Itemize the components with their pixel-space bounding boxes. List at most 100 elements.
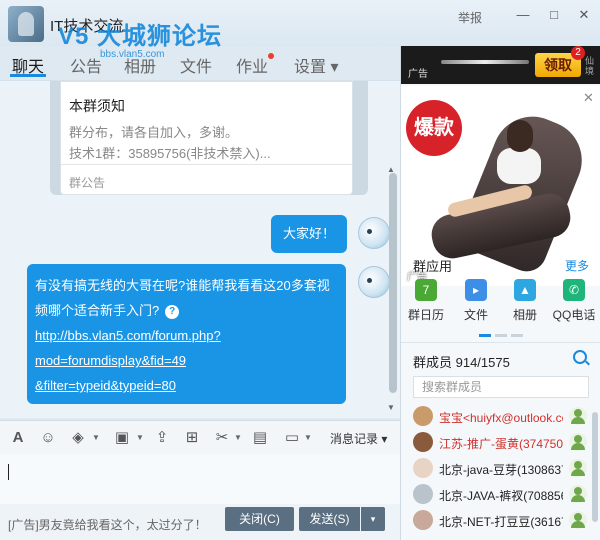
pager-dot[interactable] — [495, 334, 507, 337]
chevron-down-icon[interactable]: ▼ — [304, 433, 312, 442]
avatar — [413, 406, 433, 426]
gif-icon[interactable]: ◈ — [68, 428, 88, 448]
ad-label: 广告 — [408, 69, 428, 80]
avatar — [413, 510, 433, 530]
active-tab-indicator — [10, 74, 46, 77]
message-input[interactable] — [0, 454, 400, 504]
chat-bubble-icon[interactable]: ▭ — [282, 428, 302, 448]
maximize-icon[interactable]: □ — [546, 7, 562, 23]
app-files[interactable]: ▸ 文件 — [453, 279, 499, 323]
member-name: 北京-JAVA-裤衩(7088560 — [439, 489, 563, 503]
member-role-icon — [569, 485, 587, 503]
apps-title: 群应用 — [413, 259, 453, 274]
pager-dot[interactable] — [511, 334, 523, 337]
search-icon[interactable] — [573, 350, 587, 364]
tab-bar: 聊天 公告 相册 文件 作业 设置 ▾ — [0, 50, 400, 78]
member-item[interactable]: 宝宝<huiyfx@outlook.co — [413, 404, 589, 430]
member-item[interactable]: 江苏-推广-蛋黄(3747503 — [413, 430, 589, 456]
sword-graphic — [441, 60, 529, 64]
watermark-logo: V5 大城狮论坛 — [58, 23, 223, 50]
message-history-button[interactable]: 消息记录 ▾ — [330, 430, 387, 447]
notice-title: 本群须知 — [69, 98, 125, 114]
scroll-down-arrow[interactable]: ▼ — [387, 403, 395, 412]
apps-more-link[interactable]: 更多 — [565, 257, 589, 274]
sender-avatar[interactable] — [358, 217, 390, 249]
member-search-input[interactable]: 搜索群成员 — [413, 376, 589, 398]
tab-files[interactable]: 文件 — [180, 53, 212, 77]
tab-album[interactable]: 相册 — [124, 53, 156, 77]
close-icon[interactable]: ✕ — [583, 90, 594, 106]
message-link[interactable]: http://bbs.vlan5.com/forum.php? — [35, 323, 338, 348]
pager-dot[interactable] — [479, 334, 491, 337]
app-label: 相册 — [512, 308, 537, 322]
folder-icon: ▸ — [465, 279, 487, 301]
member-role-icon — [569, 511, 587, 529]
message-text: 有没有搞无线的大哥在呢?谁能帮我看看这20多套视频哪个适合新手入门? — [35, 278, 330, 318]
notice-line: 群分布，请各自加入，多谢。 — [69, 125, 239, 140]
divider — [401, 342, 600, 343]
ad-link[interactable]: [广告]男友竟给我看这个，太过分了！ — [8, 516, 207, 533]
chat-history[interactable]: 本群须知 群分布，请各自加入，多谢。 技术1群：35895756(非技术禁入).… — [0, 80, 400, 418]
photo-icon: ▲ — [514, 279, 536, 301]
message-link[interactable]: &filter=typeid&typeid=80 — [35, 373, 338, 398]
claim-badge: 2 — [571, 46, 585, 60]
bottom-bar: [广告]男友竟给我看这个，太过分了！ 关闭(C) 发送(S) ▾ — [0, 504, 400, 540]
tab-homework[interactable]: 作业 — [236, 53, 268, 77]
phone-icon: ✆ — [563, 279, 585, 301]
message-link[interactable]: mod=forumdisplay&fid=49 — [35, 348, 338, 373]
right-panel: 广告 领取 2 仙境 爆款 ✕ 广告 群应用 更多 7 群日历 ▸ 文件 ▲ 相… — [400, 46, 600, 540]
red-packet-icon[interactable]: ▤ — [250, 428, 270, 448]
avatar — [413, 432, 433, 452]
member-name: 宝宝<huiyfx@outlook.co — [439, 411, 563, 425]
help-icon[interactable]: ? — [165, 304, 180, 319]
group-avatar[interactable] — [8, 6, 44, 42]
member-item[interactable]: 北京-java-豆芽(1308637 — [413, 456, 589, 482]
send-button[interactable]: 发送(S) — [299, 507, 360, 531]
calendar-icon: 7 — [415, 279, 437, 301]
app-album[interactable]: ▲ 相册 — [502, 279, 548, 323]
person-graphic — [497, 148, 541, 184]
message-bubble: 有没有搞无线的大哥在呢?谁能帮我看看这20多套视频哪个适合新手入门?? http… — [27, 264, 346, 404]
title-bar: IT技术交流 V5 大城狮论坛 举报 — □ ✕ — [0, 0, 600, 50]
close-icon[interactable]: ✕ — [576, 7, 592, 23]
avatar — [413, 458, 433, 478]
upload-icon[interactable]: ⇪ — [152, 428, 172, 448]
member-name: 北京-NET-打豆豆(36167 — [439, 515, 563, 529]
member-name: 江苏-推广-蛋黄(3747503 — [439, 437, 563, 451]
app-calendar[interactable]: 7 群日历 — [403, 279, 449, 323]
close-button[interactable]: 关闭(C) — [225, 507, 294, 531]
font-icon[interactable]: A — [8, 428, 28, 448]
chevron-down-icon[interactable]: ▼ — [92, 433, 100, 442]
notice-divider — [61, 164, 352, 165]
member-item[interactable]: 北京-JAVA-裤衩(7088560 — [413, 482, 589, 508]
notice-footer: 群公告 — [69, 176, 106, 190]
gift-icon[interactable]: ⊞ — [182, 428, 202, 448]
group-notice-card[interactable]: 本群须知 群分布，请各自加入，多谢。 技术1群：35895756(非技术禁入).… — [60, 81, 353, 195]
text-cursor — [8, 464, 9, 480]
apps-pager[interactable] — [479, 334, 523, 337]
members-title: 群成员 914/1575 — [413, 355, 510, 370]
report-button[interactable]: 举报 — [458, 9, 482, 26]
chevron-down-icon[interactable]: ▼ — [234, 433, 242, 442]
hot-badge: 爆款 — [406, 100, 462, 156]
app-label: QQ电话 — [552, 308, 596, 322]
emoji-icon[interactable]: ☺ — [38, 428, 58, 448]
image-icon[interactable]: ▣ — [112, 428, 132, 448]
chevron-down-icon[interactable]: ▼ — [136, 433, 144, 442]
app-label: 文件 — [463, 308, 488, 322]
members-scrollbar[interactable] — [592, 412, 598, 522]
game-ad-banner[interactable]: 广告 领取 2 仙境 — [401, 46, 600, 84]
tab-settings[interactable]: 设置 ▾ — [294, 53, 338, 77]
screenshot-icon[interactable]: ✂ — [212, 428, 232, 448]
message-toolbar: A ☺ ◈ ▼ ▣ ▼ ⇪ ⊞ ✂ ▼ ▤ ▭ ▼ 消息记录 ▾ — [0, 420, 400, 454]
sender-avatar[interactable] — [358, 266, 390, 298]
notice-line: 技术1群：35895756(非技术禁入)... — [69, 146, 271, 161]
app-label: 群日历 — [407, 308, 444, 322]
person-graphic — [507, 120, 533, 152]
send-options-button[interactable]: ▾ — [361, 507, 385, 531]
chat-scrollbar[interactable] — [389, 173, 397, 393]
minimize-icon[interactable]: — — [515, 7, 531, 23]
app-qq-call[interactable]: ✆ QQ电话 — [551, 279, 597, 323]
member-item[interactable]: 北京-NET-打豆豆(36167 — [413, 508, 589, 534]
tab-notice[interactable]: 公告 — [70, 53, 102, 77]
